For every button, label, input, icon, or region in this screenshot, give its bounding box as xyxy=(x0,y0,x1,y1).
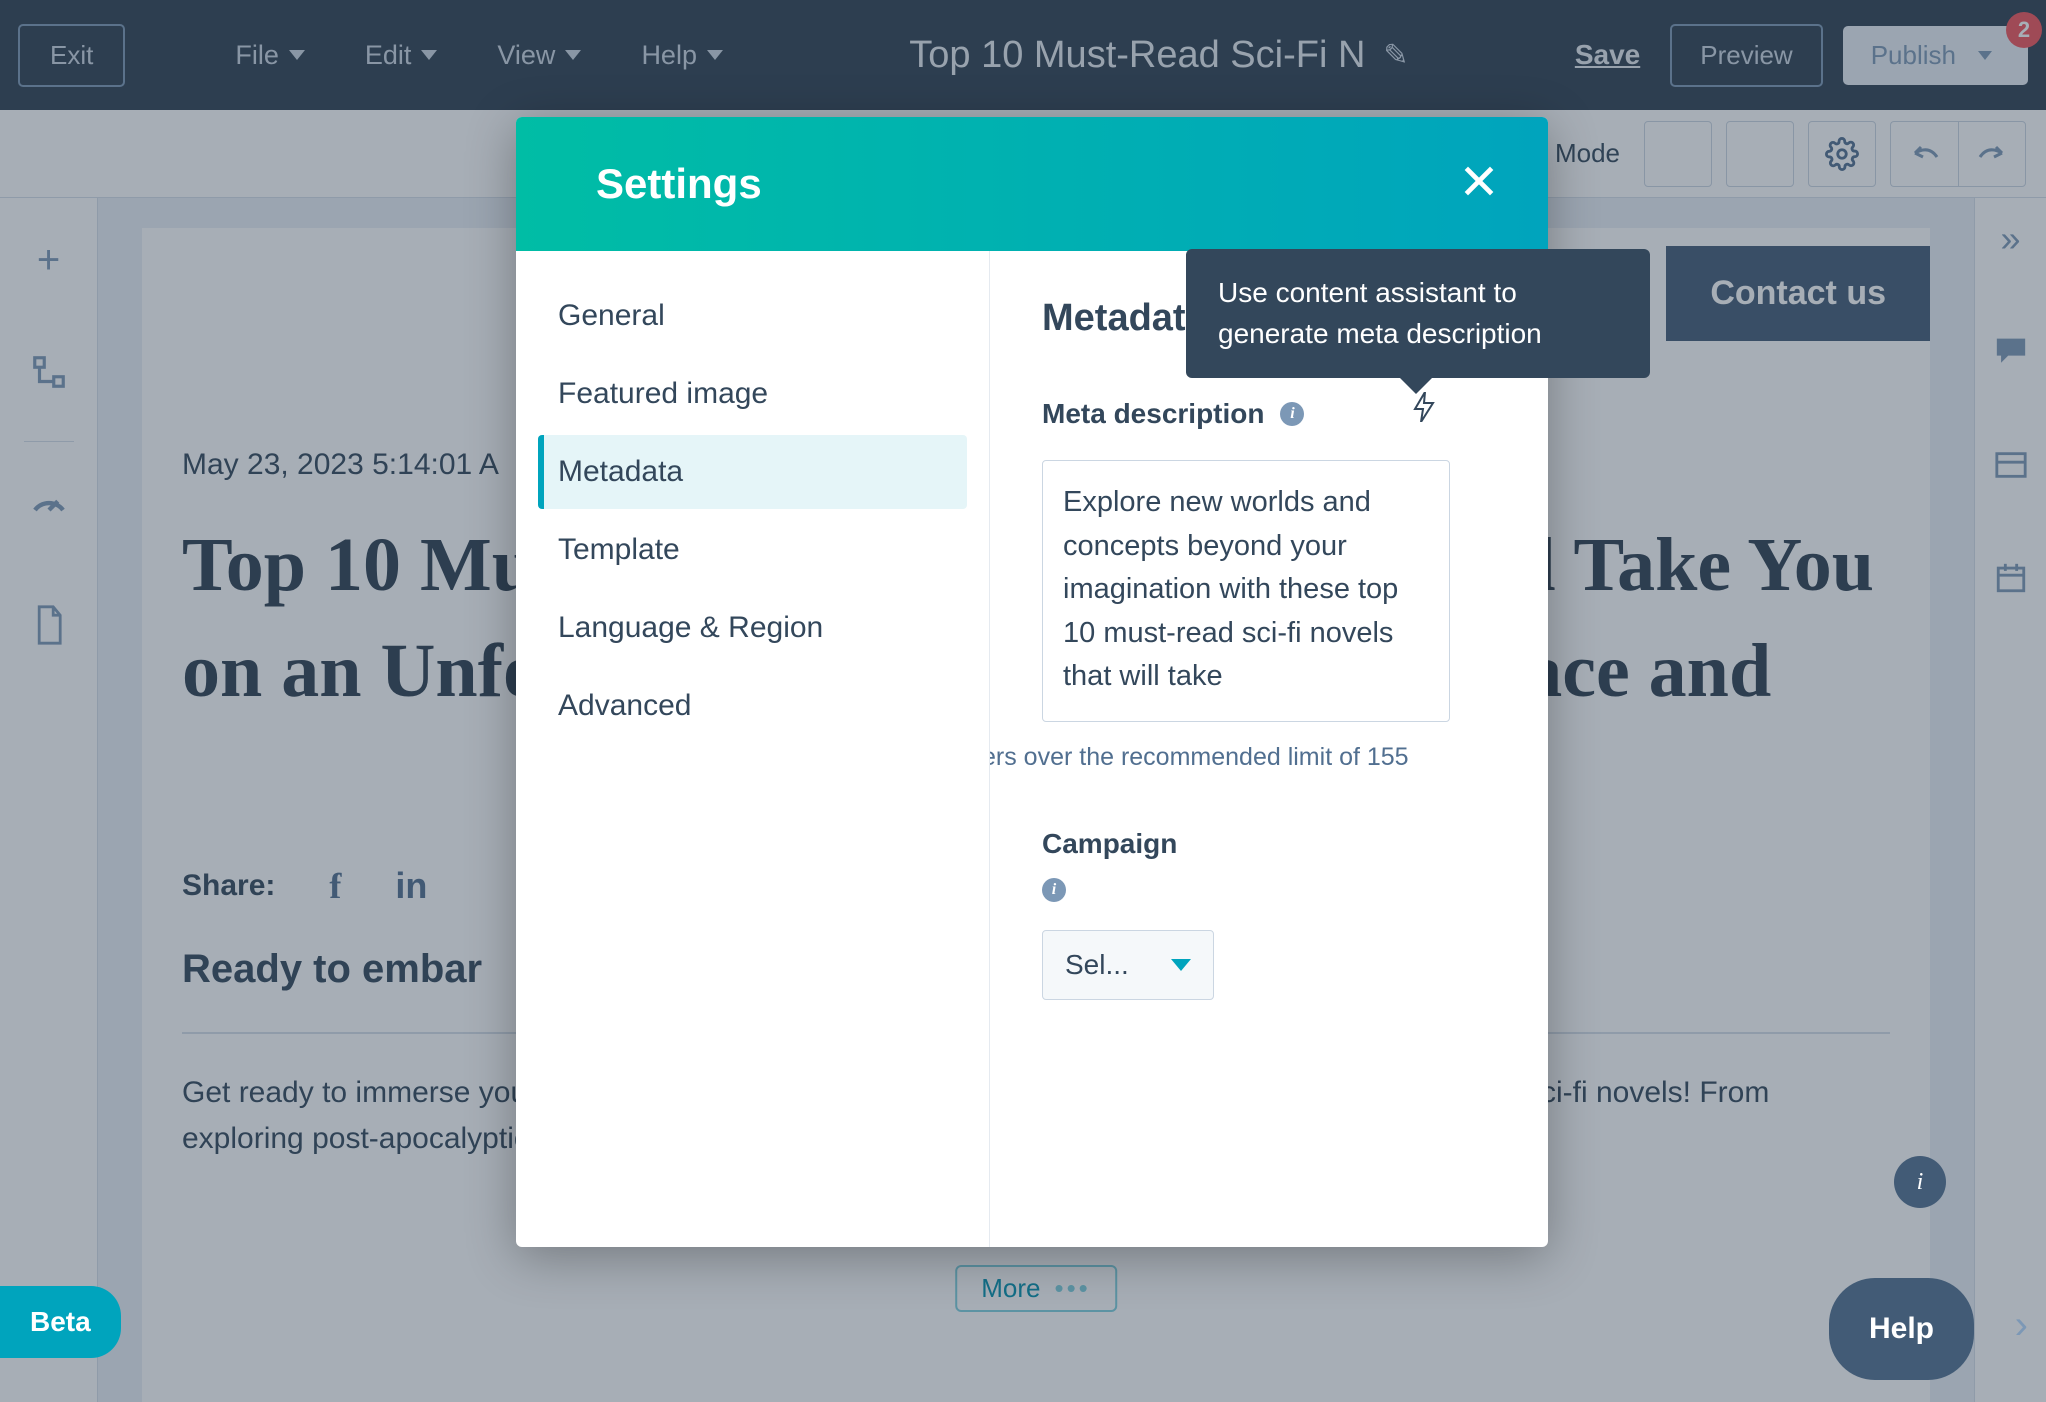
modal-content: Metadata Meta description i ers over the… xyxy=(990,251,1548,1247)
meta-description-input[interactable] xyxy=(1042,460,1450,722)
tooltip-arrow xyxy=(1398,376,1434,394)
chevron-right-icon[interactable]: › xyxy=(2015,1303,2028,1348)
sidebar-item-template[interactable]: Template xyxy=(538,513,967,587)
modal-header: Settings xyxy=(516,117,1548,251)
modal-body: General Featured image Metadata Template… xyxy=(516,251,1548,1247)
modal-sidebar: General Featured image Metadata Template… xyxy=(516,251,990,1247)
meta-description-label: Meta description i xyxy=(1042,398,1496,430)
caret-down-icon xyxy=(1171,959,1191,971)
sidebar-item-language-region[interactable]: Language & Region xyxy=(538,591,967,665)
sidebar-item-advanced[interactable]: Advanced xyxy=(538,669,967,743)
info-icon[interactable]: i xyxy=(1042,878,1066,902)
info-floating-button[interactable]: i xyxy=(1894,1156,1946,1208)
ai-generate-button[interactable] xyxy=(1412,392,1436,429)
sidebar-item-metadata[interactable]: Metadata xyxy=(538,435,967,509)
tooltip: Use content assistant to generate meta d… xyxy=(1186,249,1650,378)
help-button[interactable]: Help xyxy=(1829,1278,1974,1380)
beta-pill[interactable]: Beta xyxy=(0,1286,121,1358)
sidebar-item-featured-image[interactable]: Featured image xyxy=(538,357,967,431)
close-button[interactable] xyxy=(1460,157,1498,212)
lightning-icon xyxy=(1412,392,1436,422)
campaign-select[interactable]: Sel... xyxy=(1042,930,1214,1000)
info-icon[interactable]: i xyxy=(1280,402,1304,426)
close-icon xyxy=(1460,162,1498,200)
limit-warning: ers over the recommended limit of 155 xyxy=(990,743,1496,772)
campaign-label: Campaign xyxy=(1042,828,1496,860)
sidebar-item-general[interactable]: General xyxy=(538,279,967,353)
modal-title: Settings xyxy=(596,160,762,208)
